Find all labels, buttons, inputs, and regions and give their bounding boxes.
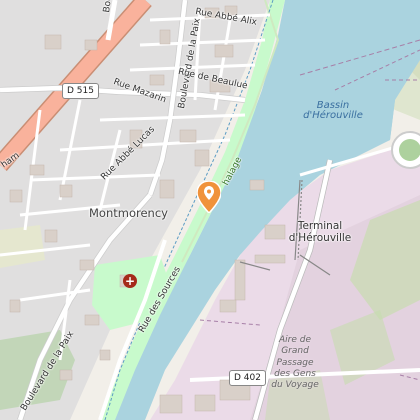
water-label-bassin: Bassin d'Hérouville	[303, 100, 363, 121]
place-label-montmorency: Montmorency	[89, 206, 168, 220]
road-shield-d515: D 515	[62, 83, 99, 99]
location-pin-icon[interactable]	[197, 181, 221, 213]
place-label-terminal: Terminal d'Hérouville	[288, 220, 352, 245]
road-shield-d402: D 402	[229, 370, 266, 386]
map[interactable]: Bou Rue Abbé Alix Boulevard de la Paix R…	[0, 0, 420, 420]
area-label-aire-grand-passage: Aire de Grand Passage des Gens du Voyage	[271, 335, 319, 390]
hospital-icon[interactable]: +	[123, 274, 137, 288]
